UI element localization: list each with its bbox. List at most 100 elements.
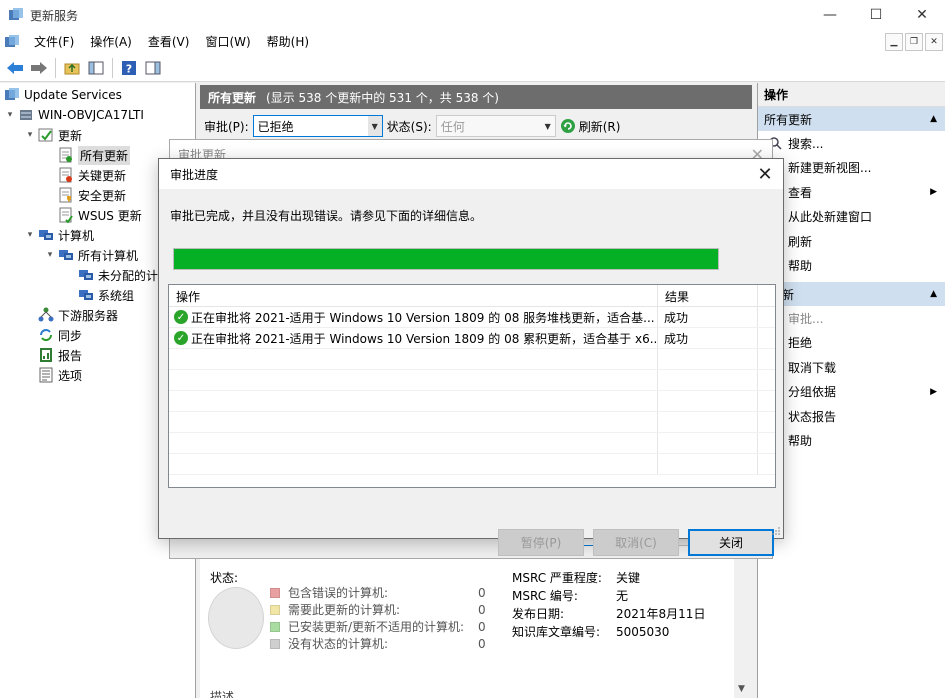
- action-decline[interactable]: 拒绝: [758, 331, 945, 356]
- approval-dropdown[interactable]: 已拒绝 ▼: [252, 115, 383, 137]
- mdi-minimize-button[interactable]: ▁: [885, 33, 903, 51]
- dialog-close-icon[interactable]: ✕: [755, 164, 775, 185]
- status-dropdown[interactable]: 任何 ▼: [435, 115, 556, 137]
- table-row-empty: [169, 433, 775, 454]
- up-folder-button[interactable]: [61, 57, 83, 79]
- progress-fill: [174, 249, 718, 269]
- tree-all-computers[interactable]: ▾ 所有计算机: [44, 245, 138, 265]
- approval-progress-dialog: 审批进度 ✕ 审批已完成，并且没有出现错误。请参见下面的详细信息。 操作 结果 …: [158, 158, 784, 556]
- resize-grip-icon[interactable]: [771, 526, 781, 536]
- table-row-empty: [169, 454, 775, 475]
- legend-no-status: 没有状态的计算机: 0: [270, 635, 486, 652]
- collapse-arrow-icon[interactable]: ▾: [24, 130, 36, 140]
- forward-button[interactable]: [28, 57, 50, 79]
- menu-window[interactable]: 窗口(W): [197, 30, 258, 54]
- column-header-result[interactable]: 结果: [658, 285, 758, 307]
- computer-group-icon: [59, 250, 73, 260]
- action-group-by[interactable]: 分组依据 ▶: [758, 380, 945, 405]
- menu-action[interactable]: 操作(A): [82, 30, 140, 54]
- grid-header: 操作 结果: [169, 285, 775, 307]
- action-help[interactable]: 帮助: [758, 254, 945, 279]
- actions-pane: 操作 所有更新 ▲ 搜索... 新建更新视图... 查看 ▶ 从此处新建窗口 刷新…: [757, 83, 945, 698]
- arrow-left-icon: [7, 61, 23, 74]
- tree-unassigned-computers[interactable]: 未分配的计: [64, 265, 158, 285]
- maximize-button[interactable]: ☐: [853, 0, 899, 30]
- cancel-button[interactable]: 取消(C): [593, 529, 679, 556]
- column-header-action[interactable]: 操作: [169, 285, 658, 307]
- mmc-icon[interactable]: [4, 34, 20, 50]
- status-label: 状态(S):: [386, 119, 432, 134]
- details-status-label: 状态:: [210, 571, 239, 585]
- mdi-restore-button[interactable]: ❐: [905, 33, 923, 51]
- results-header: 所有更新 (显示 538 个更新中的 531 个，共 538 个): [200, 85, 752, 109]
- tree-synchronizations[interactable]: 同步: [24, 325, 82, 345]
- menu-help[interactable]: 帮助(H): [259, 30, 317, 54]
- close-dialog-button[interactable]: 关闭: [688, 529, 774, 556]
- folder-up-icon: [64, 63, 80, 74]
- update-details-panel: 状态: 包含错误的计算机: 0 需要此更新的计算机: 0 已安装更新/更新不适用…: [200, 559, 734, 698]
- tree-server[interactable]: ▾ WIN-OBVJCA17LTI: [4, 105, 144, 125]
- menu-view[interactable]: 查看(V): [140, 30, 198, 54]
- collapse-up-icon[interactable]: ▲: [930, 114, 937, 124]
- tree-computers[interactable]: ▾ 计算机: [24, 225, 94, 245]
- show-hide-action-pane-button[interactable]: [142, 57, 164, 79]
- actions-section-selected-update[interactable]: 新 ▲: [758, 282, 945, 306]
- tree-wsus-updates[interactable]: WSUS 更新: [44, 205, 142, 225]
- table-row[interactable]: ✓ 正在审批将 2021-适用于 Windows 10 Version 1809 …: [169, 307, 775, 328]
- collapse-arrow-icon[interactable]: ▾: [4, 110, 16, 120]
- back-button[interactable]: [4, 57, 26, 79]
- refresh-button[interactable]: 刷新(R): [560, 118, 620, 135]
- minimize-button[interactable]: —: [807, 0, 853, 30]
- approval-label: 审批(P):: [204, 119, 249, 134]
- status-pie-chart: [208, 587, 264, 649]
- tree-reports[interactable]: 报告: [24, 345, 82, 365]
- pause-button[interactable]: 暂停(P): [498, 529, 584, 556]
- chevron-down-icon: ▼: [544, 121, 551, 131]
- tree-all-updates[interactable]: 所有更新: [44, 145, 131, 165]
- approval-value: 已拒绝: [257, 119, 294, 134]
- tree-critical-updates[interactable]: 关键更新: [44, 165, 126, 185]
- critical-update-icon: [59, 167, 72, 183]
- action-view[interactable]: 查看 ▶: [758, 180, 945, 205]
- tree-update-services[interactable]: Update Services: [4, 85, 122, 105]
- computer-group-icon: [79, 290, 93, 300]
- legend-swatch-green: [270, 621, 280, 632]
- help-button[interactable]: ?: [118, 57, 140, 79]
- tree-downstream-servers[interactable]: 下游服务器: [24, 305, 118, 325]
- collapse-arrow-icon[interactable]: ▾: [44, 250, 56, 260]
- update-properties: MSRC 严重程度: 关键 MSRC 编号: 无 发布日期: 2021年8月11日 知…: [512, 571, 706, 639]
- reports-icon: [40, 348, 52, 362]
- action-cancel-download[interactable]: 取消下载: [758, 355, 945, 380]
- action-help-2[interactable]: 帮助: [758, 429, 945, 454]
- help-icon: ?: [122, 60, 136, 75]
- legend-needed: 需要此更新的计算机: 0: [270, 601, 486, 618]
- collapse-arrow-icon[interactable]: ▾: [24, 230, 36, 240]
- show-hide-tree-button[interactable]: [85, 57, 107, 79]
- mdi-close-button[interactable]: ✕: [925, 33, 943, 51]
- tree-system-group[interactable]: 系统组: [64, 285, 134, 305]
- wsus-update-icon: [59, 207, 73, 223]
- table-row-empty: [169, 391, 775, 412]
- table-row-empty: [169, 349, 775, 370]
- menu-file[interactable]: 文件(F): [26, 30, 82, 54]
- action-status-report[interactable]: 状态报告: [758, 404, 945, 429]
- tree-options[interactable]: 选项: [24, 365, 82, 385]
- details-scrollbar[interactable]: ▼: [734, 559, 752, 698]
- collapse-up-icon[interactable]: ▲: [930, 289, 937, 299]
- chevron-down-icon[interactable]: ▼: [738, 684, 745, 694]
- action-search[interactable]: 搜索...: [758, 131, 945, 156]
- tree-security-updates[interactable]: 安全更新: [44, 185, 126, 205]
- actions-section-all-updates[interactable]: 所有更新 ▲: [758, 107, 945, 131]
- close-button[interactable]: ✕: [899, 0, 945, 30]
- updates-folder-icon: [38, 128, 53, 142]
- action-new-window[interactable]: 从此处新建窗口: [758, 205, 945, 230]
- server-icon: [20, 110, 32, 120]
- action-refresh[interactable]: 刷新: [758, 229, 945, 254]
- title-bar: 更新服务 — ☐ ✕: [0, 0, 945, 30]
- action-new-update-view[interactable]: 新建更新视图...: [758, 156, 945, 181]
- action-approve[interactable]: 审批...: [758, 306, 945, 331]
- table-row[interactable]: ✓ 正在审批将 2021-适用于 Windows 10 Version 1809 …: [169, 328, 775, 349]
- tree-updates[interactable]: ▾ 更新: [24, 125, 82, 145]
- submenu-arrow-icon: ▶: [930, 187, 937, 198]
- approval-results-grid: 操作 结果 ✓ 正在审批将 2021-适用于 Windows 10 Version…: [168, 284, 776, 488]
